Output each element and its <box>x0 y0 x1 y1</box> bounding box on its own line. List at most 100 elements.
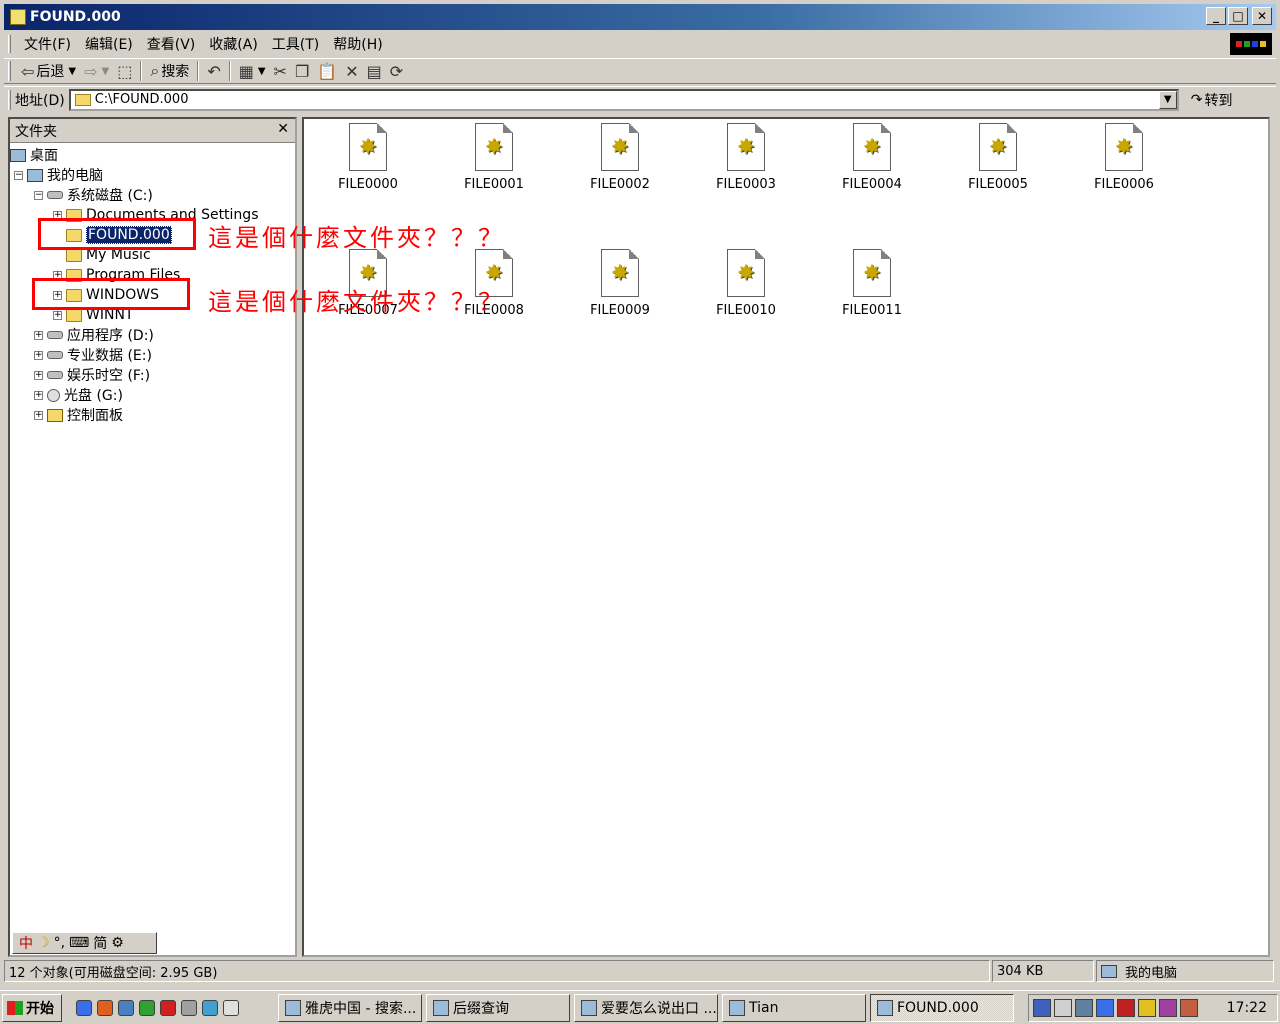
cut-button[interactable]: ✂ <box>270 60 291 82</box>
cd-drive-icon <box>47 388 60 402</box>
tree-item-drive-g[interactable]: + 光盘 (G:) <box>34 385 123 405</box>
tree-item-control-panel[interactable]: + 控制面板 <box>34 405 123 425</box>
file-item[interactable]: ✸ FILE0011 <box>822 249 922 318</box>
back-dropdown-icon[interactable]: ▼ <box>68 66 76 77</box>
expand-toggle[interactable]: + <box>53 310 62 320</box>
task-label: 爱要怎么说出口 ... <box>601 1001 717 1017</box>
address-dropdown-icon[interactable]: ▼ <box>1158 90 1177 109</box>
views-button[interactable]: ▦ ▼ <box>235 60 270 82</box>
half-width-icon[interactable]: ☽ <box>37 935 50 951</box>
file-item[interactable]: ✸ FILE0009 <box>570 249 670 318</box>
search-label: 搜索 <box>161 64 190 80</box>
go-button[interactable]: ↷ 转到 <box>1191 90 1233 110</box>
tray-app-icon[interactable] <box>1033 999 1051 1017</box>
file-item[interactable]: ✸ FILE0005 <box>948 123 1048 192</box>
menu-file[interactable]: 文件(F) <box>17 34 78 54</box>
menu-grip[interactable] <box>8 35 11 53</box>
tree-label: 控制面板 <box>67 408 123 424</box>
outlook-icon[interactable] <box>97 999 113 1016</box>
address-input[interactable]: C:\FOUND.000 ▼ <box>68 88 1179 111</box>
file-item[interactable]: ✸ FILE0010 <box>696 249 796 318</box>
file-item[interactable]: ✸ FILE0004 <box>822 123 922 192</box>
expand-toggle[interactable]: + <box>34 350 43 360</box>
expand-toggle[interactable]: + <box>34 330 43 340</box>
task-button-active[interactable]: FOUND.000 <box>870 994 1014 1022</box>
simplified-toggle[interactable]: 简 <box>93 933 107 953</box>
collapse-toggle[interactable]: − <box>34 190 43 200</box>
tree-item-desktop[interactable]: 桌面 <box>10 145 58 165</box>
system-file-icon: ✸ <box>727 123 765 171</box>
collapse-toggle[interactable]: − <box>14 170 23 180</box>
status-size: 304 KB <box>992 960 1094 982</box>
folders-pane-close-button[interactable]: ✕ <box>277 121 289 137</box>
tree-item-drive-d[interactable]: + 应用程序 (D:) <box>34 325 154 345</box>
lock-icon[interactable] <box>1138 999 1156 1017</box>
show-desktop-icon[interactable] <box>223 999 239 1016</box>
file-item[interactable]: ✸ FILE0003 <box>696 123 796 192</box>
expand-toggle[interactable]: + <box>34 410 43 420</box>
task-button[interactable]: Tian <box>722 994 866 1022</box>
keyboard-icon[interactable]: ⌨ <box>69 935 89 951</box>
menu-edit[interactable]: 编辑(E) <box>78 34 140 54</box>
address-grip[interactable] <box>8 89 11 110</box>
menu-favorites[interactable]: 收藏(A) <box>202 34 265 54</box>
clock[interactable]: 17:22 <box>1227 1000 1267 1016</box>
ime-menu-icon[interactable]: ⚙ <box>111 935 124 951</box>
hard-drive-icon <box>47 191 63 199</box>
start-button[interactable]: 开始 <box>2 993 62 1022</box>
tree-item-drive-c[interactable]: − 系统磁盘 (C:) <box>34 185 153 205</box>
task-button[interactable]: 雅虎中国 - 搜索... <box>278 994 422 1022</box>
app-icon[interactable] <box>160 999 176 1016</box>
file-item[interactable]: ✸ FILE0001 <box>444 123 544 192</box>
properties-button[interactable]: ▤ <box>363 60 386 82</box>
ie-icon[interactable] <box>76 999 92 1016</box>
tree-item-my-computer[interactable]: − 我的电脑 <box>14 165 103 185</box>
ime-mode-toggle[interactable]: 中 <box>19 933 33 953</box>
tray-app-icon[interactable] <box>1096 999 1114 1017</box>
antivirus-icon[interactable] <box>1117 999 1135 1017</box>
close-button[interactable]: ✕ <box>1252 7 1272 25</box>
forward-dropdown-icon[interactable]: ▼ <box>102 66 110 77</box>
title-bar[interactable]: FOUND.000 _ □ ✕ <box>4 4 1276 30</box>
media-player-icon[interactable] <box>118 999 134 1016</box>
app-icon[interactable] <box>202 999 218 1016</box>
search-button[interactable]: ⌕ 搜索 <box>146 60 193 82</box>
punctuation-icon[interactable]: °, <box>54 935 65 951</box>
app-icon[interactable] <box>139 999 155 1016</box>
tree-item-drive-f[interactable]: + 娱乐时空 (F:) <box>34 365 150 385</box>
forward-button[interactable]: ⇨ ▼ <box>80 60 113 82</box>
network-icon[interactable] <box>1075 999 1093 1017</box>
pencil-icon[interactable] <box>1159 999 1177 1017</box>
file-name: FILE0005 <box>968 177 1028 192</box>
back-button[interactable]: ⇦ 后退 ▼ <box>17 60 80 82</box>
explorer-icon <box>10 9 26 25</box>
maximize-button[interactable]: □ <box>1228 7 1248 25</box>
go-arrow-icon: ↷ <box>1190 91 1203 108</box>
menu-help[interactable]: 帮助(H) <box>326 34 389 54</box>
expand-toggle[interactable]: + <box>34 390 43 400</box>
minimize-button[interactable]: _ <box>1206 7 1226 25</box>
toolbar-grip[interactable] <box>8 61 11 81</box>
menu-tools[interactable]: 工具(T) <box>265 34 326 54</box>
menu-view[interactable]: 查看(V) <box>140 34 203 54</box>
tray-app-icon[interactable] <box>1180 999 1198 1017</box>
ime-toolbar[interactable]: 中 ☽ °, ⌨ 简 ⚙ <box>12 932 157 954</box>
paste-button[interactable]: 📋 <box>313 60 341 82</box>
file-item[interactable]: ✸ FILE0002 <box>570 123 670 192</box>
file-name: FILE0010 <box>716 303 776 318</box>
go-label: 转到 <box>1204 92 1233 109</box>
volume-icon[interactable] <box>1054 999 1072 1017</box>
copy-button[interactable]: ❐ <box>291 60 313 82</box>
tree-item-drive-e[interactable]: + 专业数据 (E:) <box>34 345 152 365</box>
views-dropdown-icon[interactable]: ▼ <box>258 66 266 77</box>
task-button[interactable]: 后缀查询 <box>426 994 570 1022</box>
task-button[interactable]: 爱要怎么说出口 ... <box>574 994 718 1022</box>
expand-toggle[interactable]: + <box>34 370 43 380</box>
refresh-button[interactable]: ⟳ <box>386 60 407 82</box>
up-folder-button[interactable]: ⬚ <box>113 60 136 82</box>
delete-button[interactable]: ✕ <box>341 60 362 82</box>
undo-button[interactable]: ↶ <box>203 60 224 82</box>
file-item[interactable]: ✸ FILE0000 <box>318 123 418 192</box>
app-icon[interactable] <box>181 999 197 1016</box>
file-item[interactable]: ✸ FILE0006 <box>1074 123 1174 192</box>
